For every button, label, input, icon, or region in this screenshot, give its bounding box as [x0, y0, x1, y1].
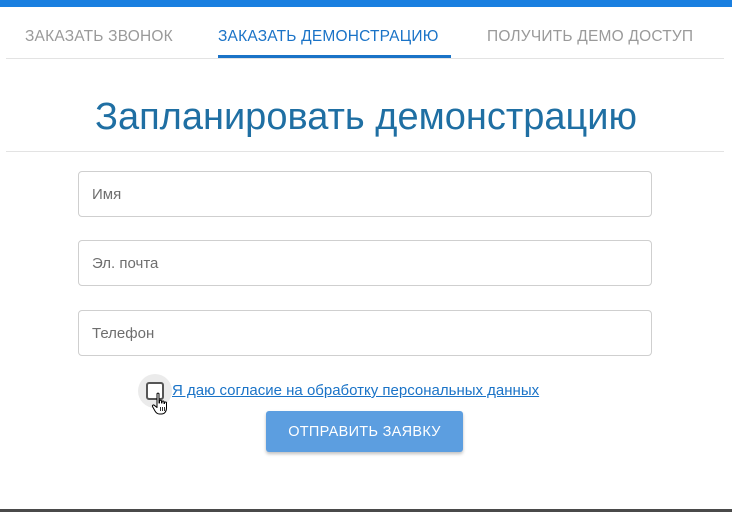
page-title: Запланировать демонстрацию	[95, 96, 637, 138]
phone-input[interactable]	[78, 310, 652, 356]
active-tab-indicator	[218, 55, 451, 58]
submit-button[interactable]: ОТПРАВИТЬ ЗАЯВКУ	[266, 411, 463, 452]
tab-order-demo[interactable]: ЗАКАЗАТЬ ДЕМОНСТРАЦИЮ	[218, 28, 439, 46]
tab-order-call[interactable]: ЗАКАЗАТЬ ЗВОНОК	[25, 28, 173, 46]
tab-get-demo-access[interactable]: ПОЛУЧИТЬ ДЕМО ДОСТУП	[487, 28, 693, 46]
hand-pointer-icon	[151, 392, 167, 415]
top-accent-bar	[0, 0, 732, 7]
email-input[interactable]	[78, 240, 652, 286]
name-input[interactable]	[78, 171, 652, 217]
tab-bar: ЗАКАЗАТЬ ЗВОНОК ЗАКАЗАТЬ ДЕМОНСТРАЦИЮ ПО…	[6, 7, 724, 59]
consent-row: Я даю согласие на обработку персональных…	[138, 374, 604, 408]
title-divider	[6, 151, 724, 152]
consent-link[interactable]: Я даю согласие на обработку персональных…	[172, 382, 539, 399]
